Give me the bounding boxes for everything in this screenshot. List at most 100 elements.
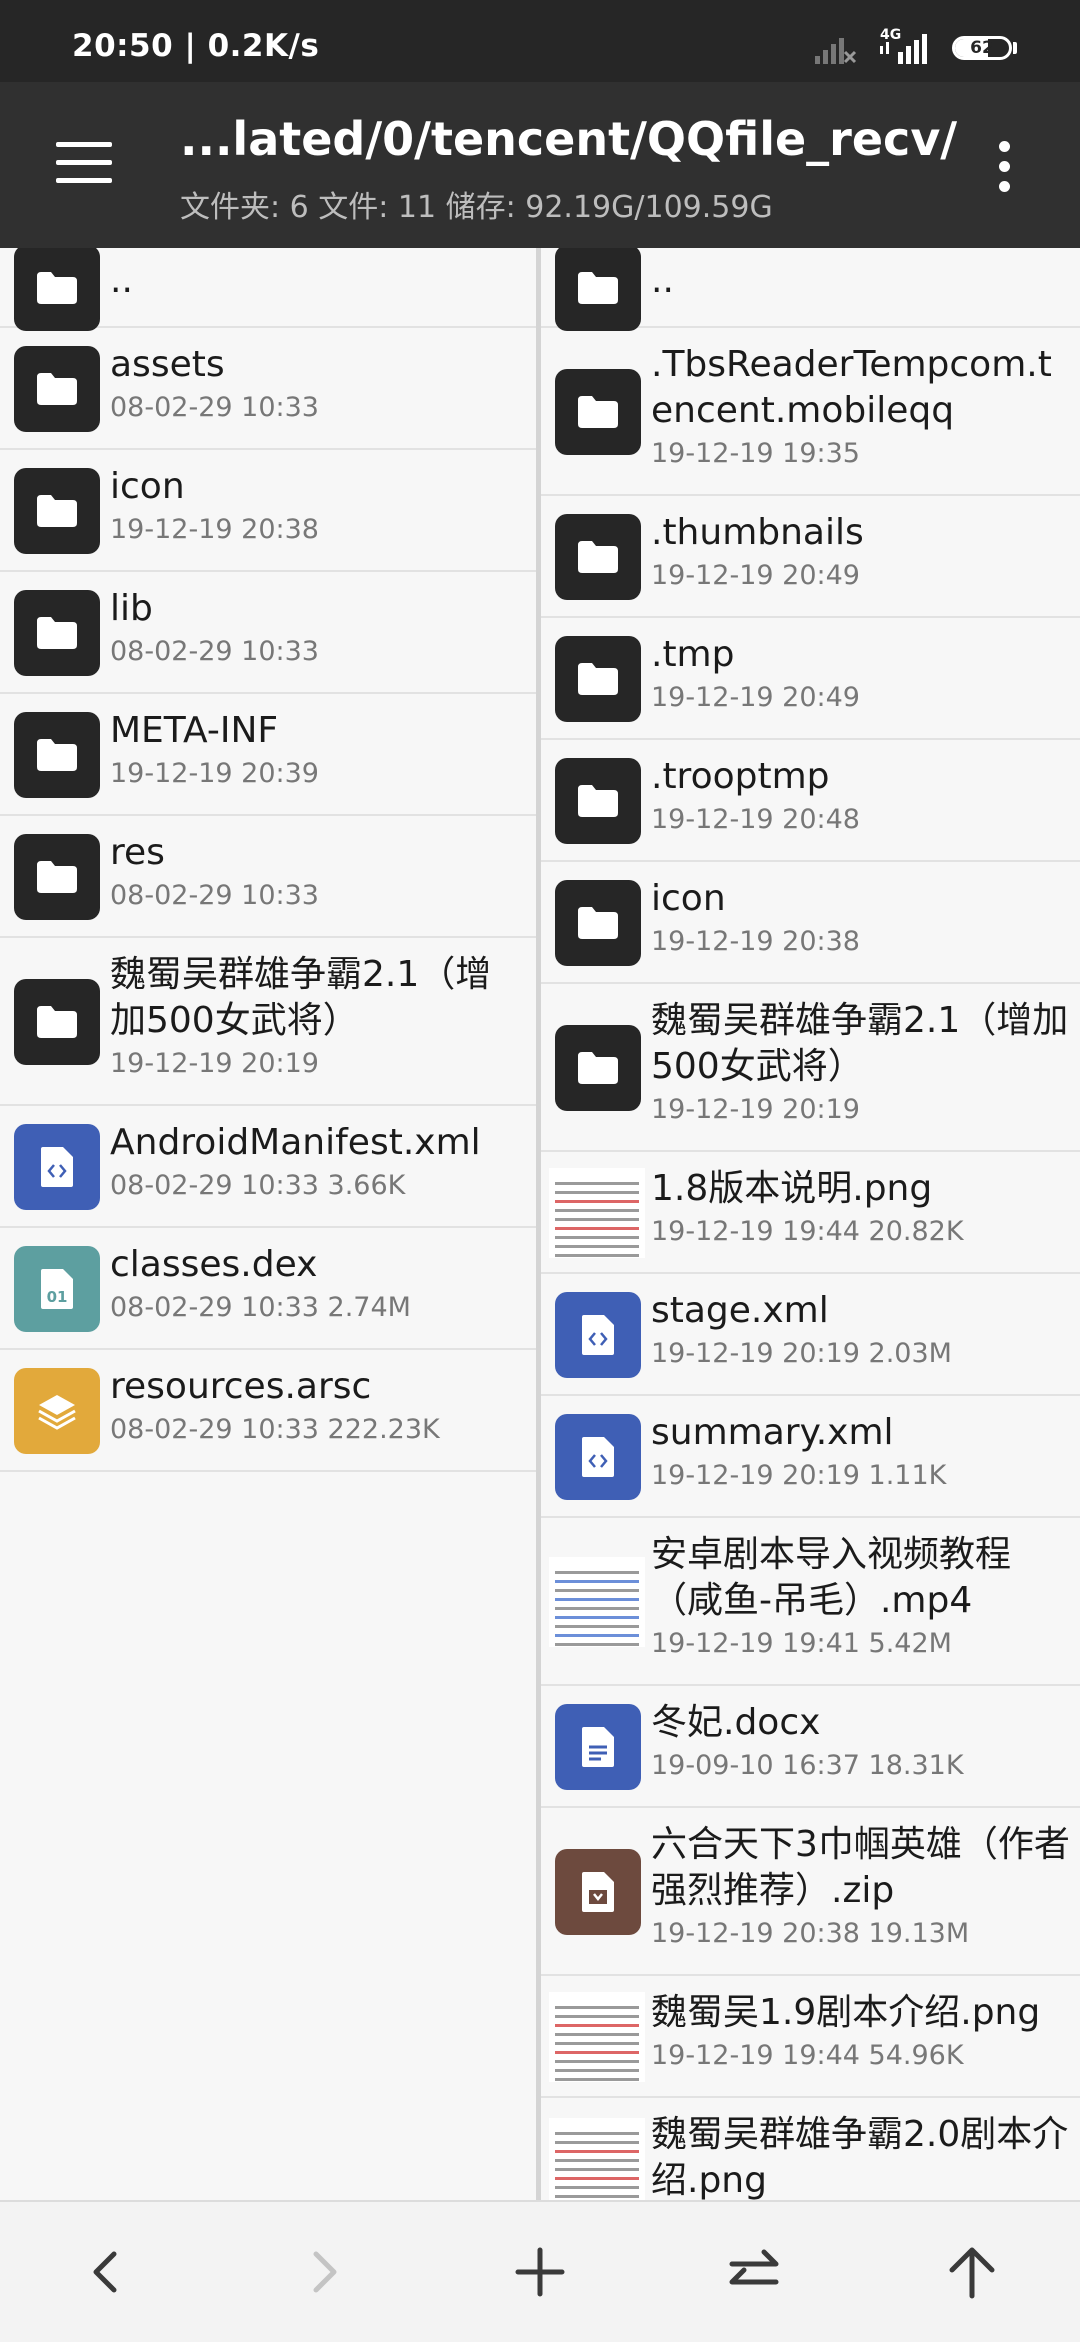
- signal-icon: [880, 34, 927, 64]
- file-name: .tmp: [651, 634, 735, 675]
- folder-icon: [555, 248, 641, 331]
- image-thumbnail: [549, 1168, 645, 1258]
- file-name: META-INF: [110, 710, 279, 751]
- file-name: ..: [651, 260, 674, 301]
- folder-icon: [555, 880, 641, 966]
- file-meta: 19-12-19 20:38: [110, 514, 319, 545]
- file-name: stage.xml: [651, 1290, 829, 1331]
- svg-text:01: 01: [47, 1288, 68, 1306]
- file-row[interactable]: resources.arsc 08-02-29 10:33 222.23K: [0, 1350, 536, 1472]
- image-thumbnail: [549, 2118, 645, 2200]
- file-row[interactable]: lib 08-02-29 10:33: [0, 572, 536, 694]
- file-row[interactable]: 魏蜀吴1.9剧本介绍.png 19-12-19 19:44 54.96K: [541, 1976, 1080, 2098]
- parent-directory-row[interactable]: ..: [541, 248, 1080, 331]
- file-meta: 19-12-19 20:19 1.11K: [651, 1460, 947, 1491]
- status-bar: 20:50 | 0.2K/s 4G 62: [0, 0, 1080, 82]
- more-options-icon[interactable]: [990, 137, 1020, 197]
- file-row[interactable]: icon 19-12-19 20:38: [541, 862, 1080, 984]
- file-row[interactable]: 魏蜀吴群雄争霸2.0剧本介绍.png: [541, 2098, 1080, 2200]
- file-name: 六合天下3巾帼英雄（作者强烈推荐）.zip: [651, 1824, 1070, 1911]
- folder-icon: [555, 369, 641, 455]
- current-path: ...lated/0/tencent/QQfile_recv/: [180, 112, 958, 166]
- file-meta: 19-12-19 20:38: [651, 926, 860, 957]
- layers-file-icon: [14, 1368, 100, 1454]
- file-meta: 08-02-29 10:33: [110, 636, 319, 667]
- file-meta: 19-12-19 20:49: [651, 560, 860, 591]
- file-meta: 08-02-29 10:33 222.23K: [110, 1414, 440, 1445]
- file-meta: 19-09-10 16:37 18.31K: [651, 1750, 964, 1781]
- file-name: res: [110, 832, 165, 873]
- folder-icon: [14, 346, 100, 432]
- forward-icon[interactable]: [282, 2232, 362, 2312]
- file-row[interactable]: 1.8版本说明.png 19-12-19 19:44 20.82K: [541, 1152, 1080, 1274]
- file-row[interactable]: icon 19-12-19 20:38: [0, 450, 536, 572]
- file-name: 魏蜀吴1.9剧本介绍.png: [651, 1992, 1041, 2033]
- file-row[interactable]: 魏蜀吴群雄争霸2.1（增加500女武将） 19-12-19 20:19: [541, 984, 1080, 1152]
- file-name: icon: [110, 466, 185, 507]
- file-row[interactable]: 魏蜀吴群雄争霸2.1（增加500女武将） 19-12-19 20:19: [0, 938, 536, 1106]
- left-file-pane[interactable]: .. assets 08-02-29 10:33 icon 19-12-19 20:38…: [0, 248, 536, 2200]
- file-meta: 19-12-19 20:39: [110, 758, 319, 789]
- file-row[interactable]: summary.xml 19-12-19 20:19 1.11K: [541, 1396, 1080, 1518]
- file-name: assets: [110, 344, 225, 385]
- video-thumbnail: [549, 1557, 645, 1647]
- file-row[interactable]: res 08-02-29 10:33: [0, 816, 536, 938]
- file-row[interactable]: META-INF 19-12-19 20:39: [0, 694, 536, 816]
- right-file-pane[interactable]: .. .TbsReaderTempcom.tencent.mobileqq 19-1…: [541, 248, 1080, 2200]
- file-meta: 08-02-29 10:33: [110, 392, 319, 423]
- file-row[interactable]: stage.xml 19-12-19 20:19 2.03M: [541, 1274, 1080, 1396]
- bottom-navigation: [0, 2200, 1080, 2342]
- file-name: .trooptmp: [651, 756, 830, 797]
- folder-icon: [14, 979, 100, 1065]
- file-meta: 19-12-19 20:19 2.03M: [651, 1338, 952, 1369]
- file-row[interactable]: .trooptmp 19-12-19 20:48: [541, 740, 1080, 862]
- file-row[interactable]: assets 08-02-29 10:33: [0, 328, 536, 450]
- battery-icon: 62: [952, 36, 1012, 60]
- binary-file-icon: 01: [14, 1246, 100, 1332]
- file-name: AndroidManifest.xml: [110, 1122, 481, 1163]
- folder-icon: [555, 1025, 641, 1111]
- archive-file-icon: [555, 1849, 641, 1935]
- file-name: icon: [651, 878, 726, 919]
- document-file-icon: [555, 1704, 641, 1790]
- file-row[interactable]: .thumbnails 19-12-19 20:49: [541, 496, 1080, 618]
- file-meta: 08-02-29 10:33: [110, 880, 319, 911]
- up-icon[interactable]: [932, 2232, 1012, 2312]
- file-row[interactable]: 安卓剧本导入视频教程（咸鱼-吊毛）.mp4 19-12-19 19:41 5.42…: [541, 1518, 1080, 1686]
- back-icon[interactable]: [68, 2232, 148, 2312]
- file-meta: 19-12-19 20:19: [110, 1048, 319, 1079]
- file-name: ..: [110, 260, 133, 301]
- menu-icon[interactable]: [50, 140, 120, 190]
- image-thumbnail: [549, 1992, 645, 2082]
- parent-directory-row[interactable]: ..: [0, 248, 536, 331]
- file-name: 1.8版本说明.png: [651, 1168, 933, 1209]
- file-meta: 19-12-19 19:35: [651, 438, 860, 469]
- file-row[interactable]: 冬妃.docx 19-09-10 16:37 18.31K: [541, 1686, 1080, 1808]
- file-row[interactable]: 六合天下3巾帼英雄（作者强烈推荐）.zip 19-12-19 20:38 19.1…: [541, 1808, 1080, 1976]
- file-name: .thumbnails: [651, 512, 864, 553]
- file-name: summary.xml: [651, 1412, 894, 1453]
- file-name: 魏蜀吴群雄争霸2.0剧本介绍.png: [651, 2114, 1069, 2200]
- file-meta: 19-12-19 20:48: [651, 804, 860, 835]
- signal-no-service-icon: [815, 38, 857, 64]
- file-meta: 08-02-29 10:33 3.66K: [110, 1170, 406, 1201]
- folder-icon: [555, 758, 641, 844]
- file-row[interactable]: .TbsReaderTempcom.tencent.mobileqq 19-12-…: [541, 328, 1080, 496]
- swap-icon[interactable]: [714, 2232, 794, 2312]
- file-row[interactable]: .tmp 19-12-19 20:49: [541, 618, 1080, 740]
- file-meta: 19-12-19 19:41 5.42M: [651, 1628, 952, 1659]
- folder-icon: [555, 514, 641, 600]
- file-name: 冬妃.docx: [651, 1702, 821, 1743]
- file-name: resources.arsc: [110, 1366, 372, 1407]
- add-icon[interactable]: [500, 2232, 580, 2312]
- file-name: 魏蜀吴群雄争霸2.1（增加500女武将）: [110, 954, 492, 1041]
- folder-icon: [14, 590, 100, 676]
- folder-icon: [555, 636, 641, 722]
- file-meta: 19-12-19 20:38 19.13M: [651, 1918, 970, 1949]
- folder-icon: [14, 712, 100, 798]
- code-file-icon: [14, 1124, 100, 1210]
- file-row[interactable]: 01 classes.dex 08-02-29 10:33 2.74M: [0, 1228, 536, 1350]
- folder-icon: [14, 248, 100, 331]
- code-file-icon: [555, 1414, 641, 1500]
- file-row[interactable]: AndroidManifest.xml 08-02-29 10:33 3.66K: [0, 1106, 536, 1228]
